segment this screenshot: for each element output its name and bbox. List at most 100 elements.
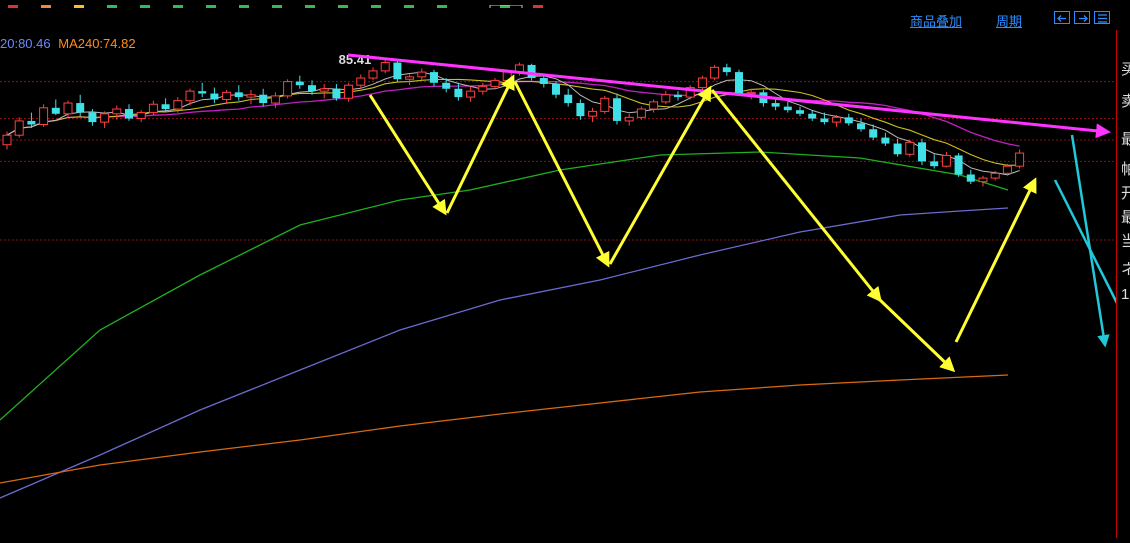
candle-body [234,92,243,98]
candle-body [527,64,536,79]
candle-body [661,94,671,103]
candle-body [344,84,354,99]
candle-body [857,123,865,130]
candle-body [636,108,646,118]
candle-body [198,91,207,94]
chart-svg: 85.41 [0,52,1130,499]
wave-arrow [445,74,515,214]
wave-arrow [710,89,882,303]
candle-body [539,78,548,84]
ma240-line [0,374,1009,484]
candle-body [832,116,842,123]
candle-body [624,116,634,122]
candle-body [881,137,890,144]
candle-body [735,72,743,94]
candle-body [125,109,133,119]
candle-body [210,93,219,100]
candle-body [454,88,463,98]
chart-toolbar: 商品叠加 周期 [0,8,1116,30]
candle-body [552,83,560,95]
candle-body [930,161,939,167]
ma-blue-line [0,207,1009,499]
candle-body [869,129,878,138]
candle-body [1015,152,1025,167]
candle-body [442,82,451,89]
candle-body [905,141,915,155]
ma120-line [0,151,1009,421]
candle-body [783,106,792,111]
candle-body [490,79,500,87]
candle-body [966,174,975,182]
candle-body [246,94,256,98]
quote-field-label: 最 [1121,209,1130,226]
candle-body [613,98,621,121]
candle-body [368,70,378,79]
candle-body [588,110,598,117]
wave-arrow [954,177,1037,343]
candle-body [978,177,988,183]
candle-body [954,155,963,175]
candle-body [27,120,36,125]
candle-body [14,120,24,136]
candle-body [173,100,183,110]
candle-body [796,110,804,114]
candle-body [710,66,720,79]
candle-body [674,94,682,98]
candle-body [893,143,902,155]
candle-body [332,88,341,99]
candle-body [746,91,756,95]
quote-field-label: 开 [1121,185,1130,202]
candle-body [649,101,659,110]
candle-body [39,107,49,125]
candle-body [51,107,60,114]
ma20-line [6,80,1020,147]
candle-body [600,97,610,112]
pan-right-icon[interactable] [1074,11,1090,24]
candle-body [356,77,366,86]
quote-field-label: 当 [1121,233,1130,250]
candle-body [466,90,476,98]
candle-body [380,62,390,72]
candle-body [1002,165,1012,174]
candle-body [941,154,951,167]
candle-body [100,113,110,123]
overlay-button[interactable]: 商品叠加 [910,11,962,30]
quote-field-label: 买 [1121,61,1130,78]
candle-body [148,103,158,114]
candle-body [295,81,304,86]
candle-body [502,71,512,81]
candle-body [270,95,280,104]
candlestick-chart: 85.41 [0,30,1130,538]
wave-arrow [878,298,956,373]
candle-body [576,103,585,117]
candle-body [417,71,427,78]
candle-body [136,112,146,120]
candle-body [88,112,97,123]
pan-left-icon[interactable] [1054,11,1070,24]
wave-arrow [513,81,610,268]
candle-body [259,94,268,104]
candle-body [405,76,415,80]
candle-body [161,104,170,110]
candle-body [918,142,926,162]
candle-body [771,103,780,107]
window-top-strip [0,0,1130,12]
wave-arrow [368,94,447,216]
quote-field-label: 最 [1121,131,1130,148]
layout-toggle-icon[interactable] [1094,11,1110,24]
candle-body [222,91,232,100]
candle-body [2,134,12,146]
candle-body [393,62,402,80]
period-button[interactable]: 周期 [996,11,1022,30]
candle-body [430,72,438,83]
quote-side-panel: 买卖最帕开最当ネ1 [1116,30,1130,538]
candle-body [820,118,829,123]
candle-body [844,117,853,124]
candle-body [990,172,1000,179]
candle-body [185,90,195,102]
quote-field-label: 卖 [1121,93,1130,110]
candle-body [112,108,122,115]
ma10-line [6,78,1020,166]
candle-body [478,85,488,92]
candle-body [564,94,573,104]
